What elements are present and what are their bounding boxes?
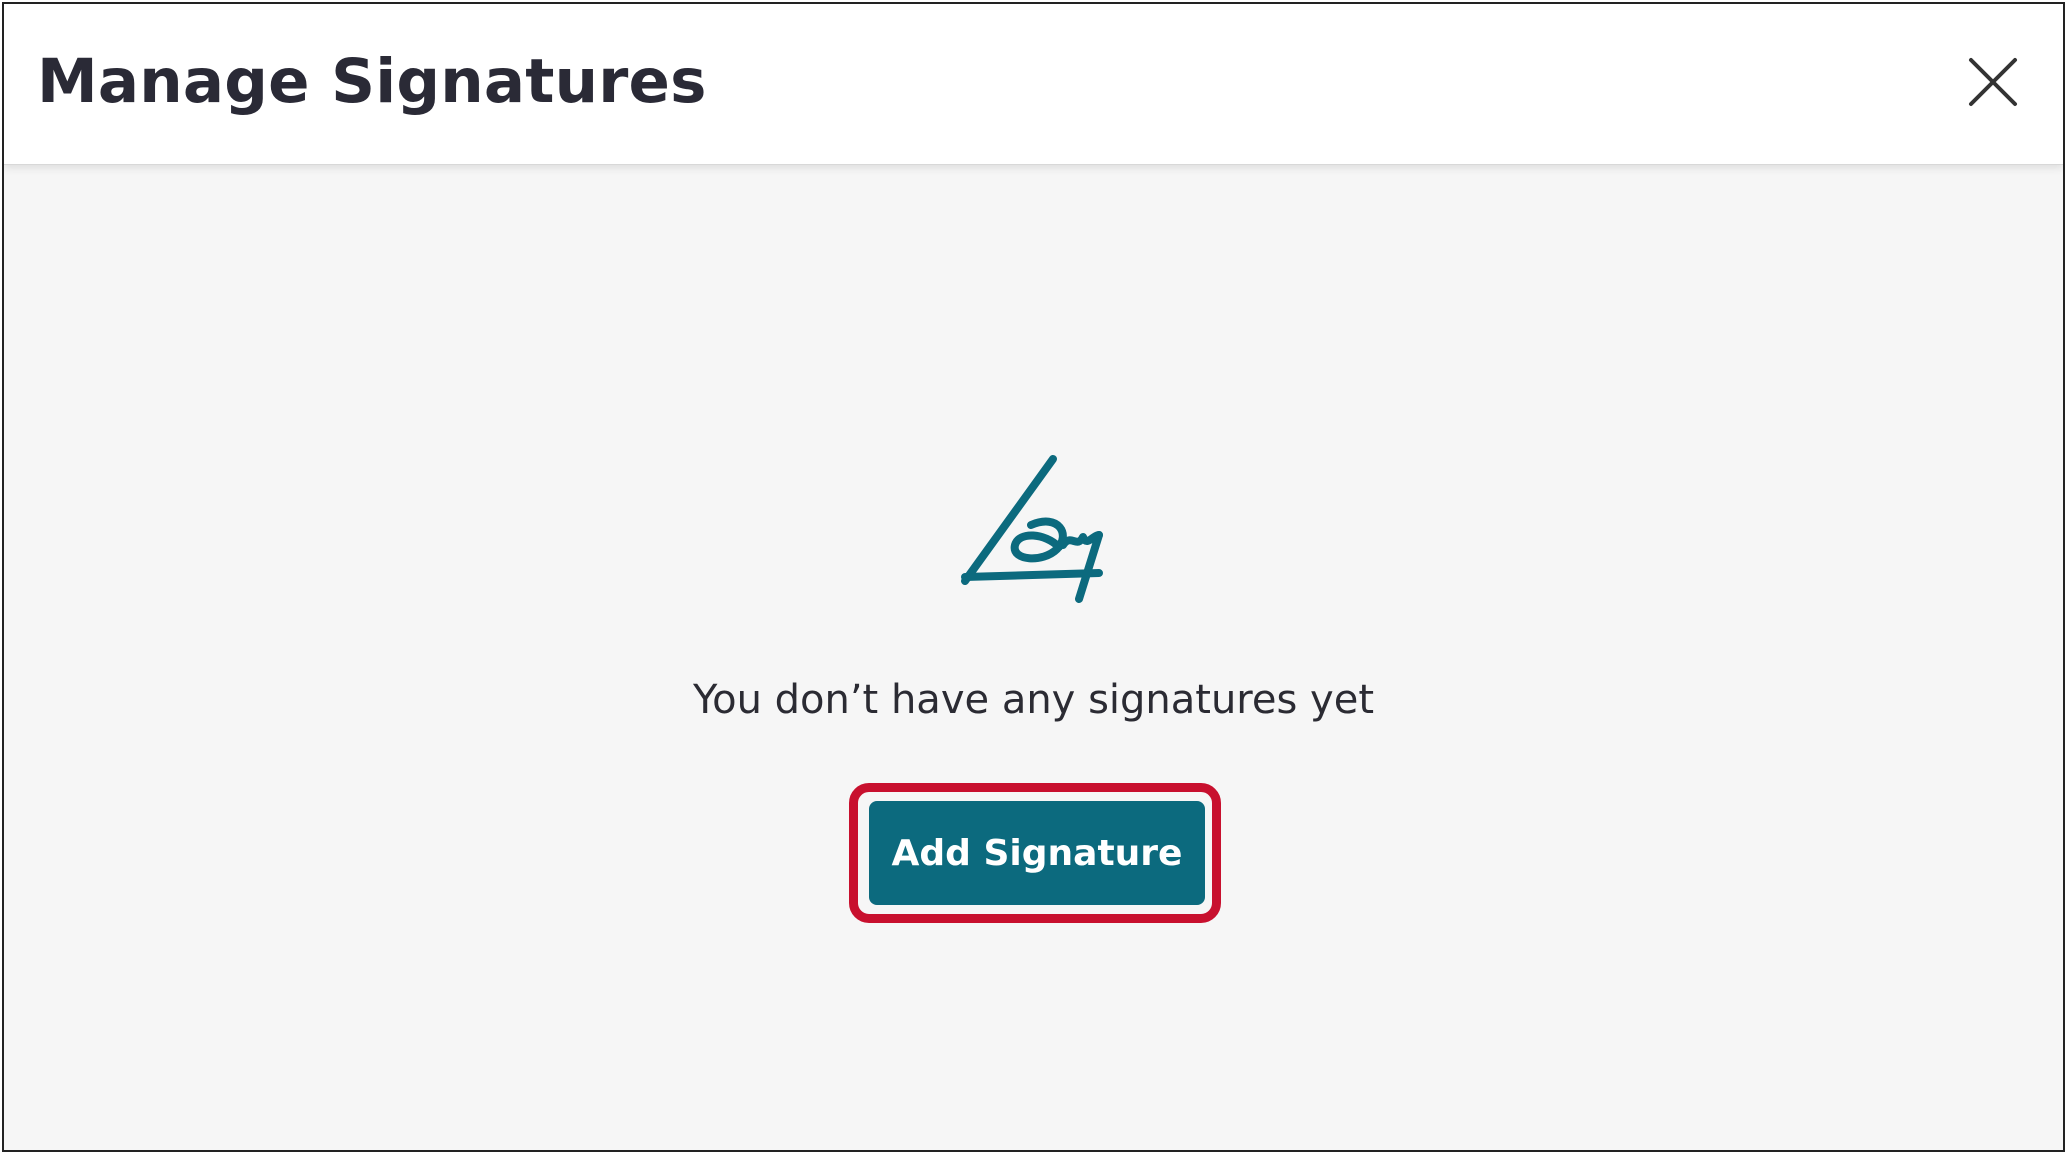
- close-button[interactable]: [1967, 56, 2019, 108]
- manage-signatures-dialog: Manage Signatures You don’t have any sig…: [2, 2, 2065, 1152]
- dialog-body: You don’t have any signatures yet Add Si…: [4, 165, 2063, 1150]
- close-icon: [1969, 58, 2017, 106]
- signature-icon: [959, 453, 1111, 603]
- dialog-title: Manage Signatures: [37, 46, 707, 117]
- empty-state-message: You don’t have any signatures yet: [692, 677, 1375, 723]
- dialog-header: Manage Signatures: [4, 4, 2063, 165]
- add-signature-button[interactable]: Add Signature: [869, 801, 1205, 905]
